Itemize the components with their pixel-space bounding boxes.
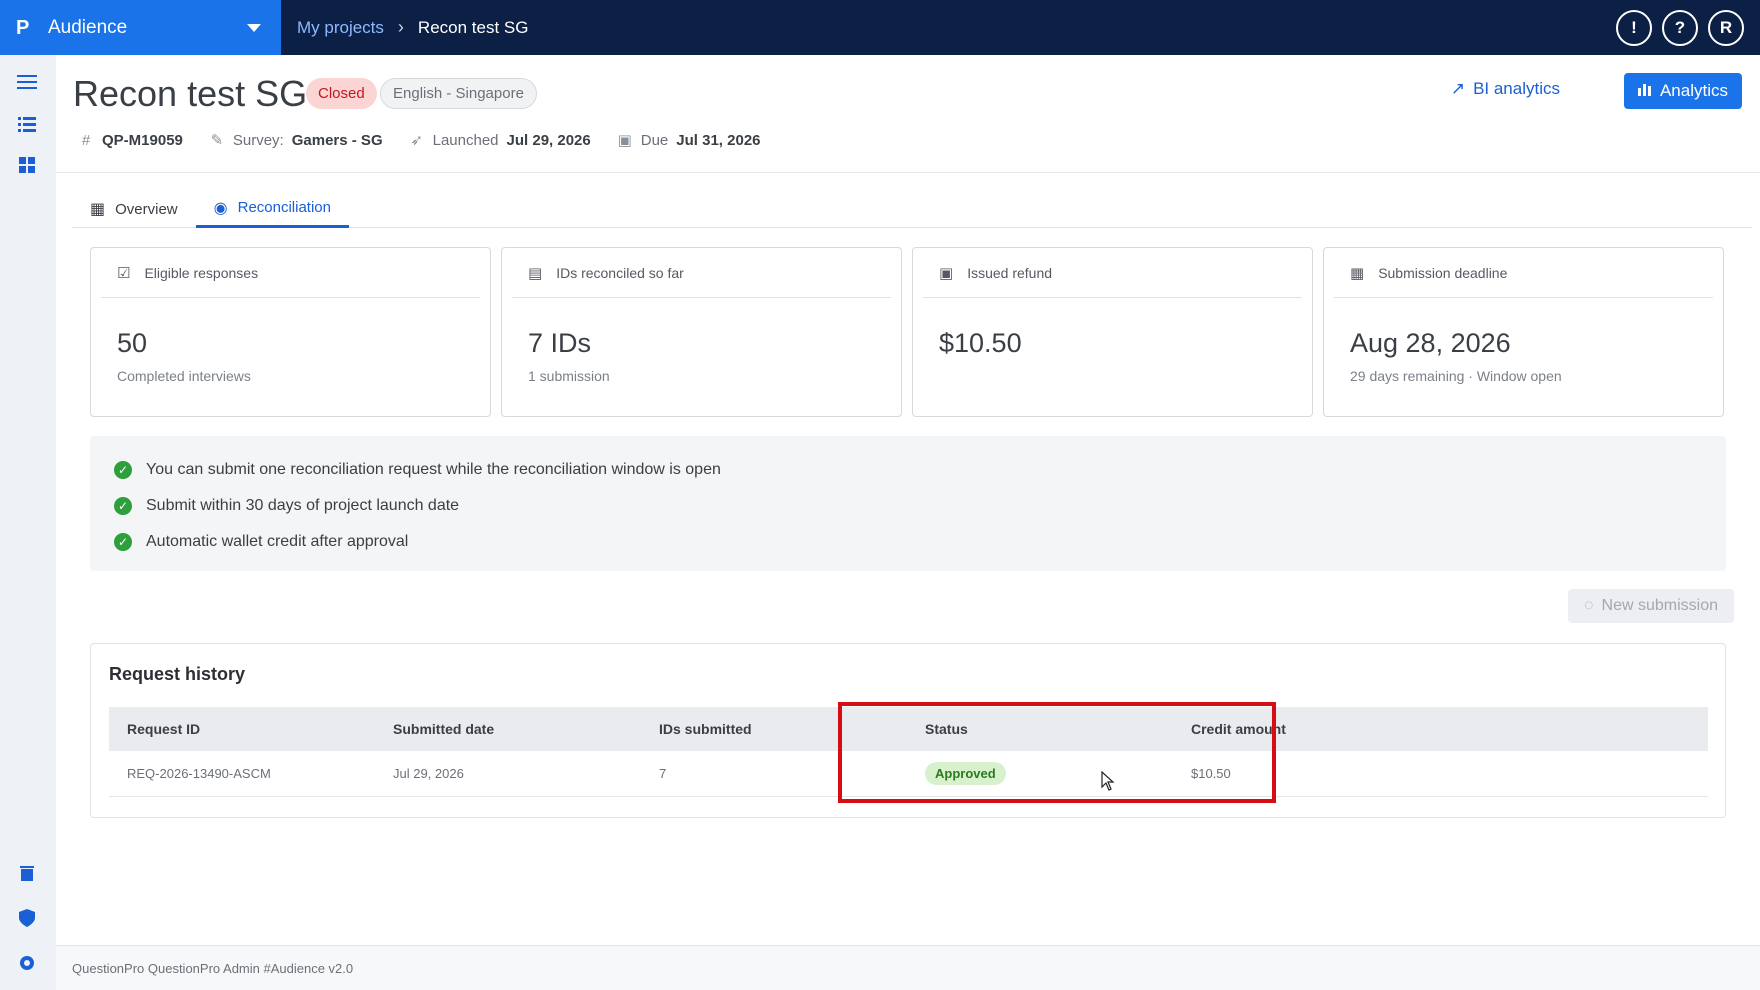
request-id: REQ-2026-13490-ASCM [127,766,271,781]
trash-icon[interactable] [16,862,38,884]
analytics-button[interactable]: Analytics [1623,73,1742,109]
project-due: ▣ Due Jul 31, 2026 [617,131,761,150]
mouse-cursor-icon [1101,771,1115,791]
bi-analytics-link[interactable]: ↗ BI analytics [1451,79,1560,99]
checklist-icon: ☑ [117,264,131,282]
trend-icon: ↗ [1450,79,1466,98]
avatar-initial: R [1719,18,1733,37]
shield-icon[interactable] [16,907,38,929]
check-circle-icon: ✓ [114,533,132,551]
calendar-icon: ▦ [1350,264,1365,282]
info-item: ✓ You can submit one reconciliation requ… [114,452,1702,488]
info-item: ✓ Submit within 30 days of project launc… [114,488,1702,524]
column-header[interactable]: Credit amount [1173,721,1439,737]
column-header[interactable]: Submitted date [375,721,641,737]
credit-amount: $10.50 [1191,766,1231,781]
help-icon: ? [1674,18,1686,37]
status-badge: Closed [306,78,377,109]
summary-cards: ☑ Eligible responses 50 Completed intervi… [90,247,1724,417]
add-icon: ◌ [1584,597,1594,614]
menu-icon[interactable] [16,71,38,93]
table-row[interactable]: REQ-2026-13490-ASCM Jul 29, 2026 7 Appro… [109,751,1708,797]
card-title: IDs reconciled so far [556,264,684,281]
id-badge-icon: ▤ [528,264,543,282]
chevron-down-icon [247,23,261,32]
project-id: # QP-M19059 [78,132,183,149]
list-icon[interactable] [16,113,38,135]
gear-icon[interactable] [16,952,38,974]
card-title: Eligible responses [144,264,259,281]
language-badge: English - Singapore [380,78,537,109]
breadcrumb: My projects › Recon test SG [281,17,528,38]
top-bar: P Audience My projects › Recon test SG !… [0,0,1760,55]
card-value: 50 [117,328,148,358]
check-circle-icon: ✓ [114,461,132,479]
tab-reconciliation[interactable]: ◉ Reconciliation [195,190,349,228]
card-subtitle: Completed interviews [117,368,251,384]
dashboard-icon[interactable] [16,154,38,176]
project-survey: ✎ Survey: Gamers - SG [210,131,383,150]
money-icon: ▣ [939,264,954,282]
column-header[interactable]: Status [907,721,1173,737]
bar-chart-icon [1637,81,1652,101]
section-title: Request history [109,664,246,684]
tab-overview[interactable]: ▦ Overview [72,190,196,228]
footer: QuestionPro QuestionPro Admin #Audience … [56,945,1760,990]
new-submission-button[interactable]: ◌ New submission [1568,589,1734,623]
status-badge: Approved [925,762,1006,785]
card-issued-refund: ▣ Issued refund $10.50 [912,247,1313,417]
history-table: Request ID Submitted date IDs submitted … [109,707,1708,797]
project-launched: ➶ Launched Jul 29, 2026 [410,131,591,150]
card-value: 7 IDs [528,328,592,358]
card-subtitle: 1 submission [528,368,610,384]
product-name: Audience [48,16,128,38]
info-item: ✓ Automatic wallet credit after approval [114,524,1702,560]
survey-icon: ✎ [210,132,224,149]
request-history: Request history Request ID Submitted dat… [90,643,1726,818]
help-button[interactable]: ? [1662,10,1698,46]
tab-bar: ▦ Overview ◉ Reconciliation [72,190,1752,228]
breadcrumb-my-projects[interactable]: My projects [297,18,384,38]
project-meta: # QP-M19059 ✎ Survey: Gamers - SG ➶ Launc… [78,131,761,150]
product-switcher[interactable]: P Audience [0,0,281,55]
avatar[interactable]: R [1708,10,1744,46]
card-subtitle: 29 days remaining · Window open [1350,368,1562,384]
check-circle-icon: ✓ [114,497,132,515]
ids-submitted: 7 [659,766,667,781]
card-submission-deadline: ▦ Submission deadline Aug 28, 2026 29 day… [1323,247,1724,417]
dashboard-icon: ▦ [90,201,106,218]
card-value: $10.50 [939,328,1022,358]
hash-icon: # [81,131,91,149]
chevron-right-icon: › [397,17,404,37]
brand-logo: P [16,16,30,39]
main-content: Recon test SG Closed English - Singapore… [56,55,1760,990]
feedback-icon: ! [1631,18,1637,37]
submitted-date: Jul 29, 2026 [393,766,464,781]
card-title: Issued refund [967,264,1053,281]
status-cell: Approved [907,762,1173,785]
column-header[interactable]: Request ID [109,721,375,737]
table-header: Request ID Submitted date IDs submitted … [109,707,1708,751]
column-header[interactable]: IDs submitted [641,721,907,737]
header-divider [56,172,1760,173]
card-title: Submission deadline [1378,264,1508,281]
calendar-icon: ▣ [617,132,632,149]
card-ids-reconciled: ▤ IDs reconciled so far 7 IDs 1 submissio… [501,247,902,417]
breadcrumb-current: Recon test SG [417,17,529,37]
card-eligible-responses: ☑ Eligible responses 50 Completed intervi… [90,247,491,417]
rocket-icon: ➶ [410,132,423,149]
card-value: Aug 28, 2026 [1350,328,1511,358]
left-rail [0,55,56,990]
feedback-button[interactable]: ! [1616,10,1652,46]
info-panel: ✓ You can submit one reconciliation requ… [90,436,1726,571]
reconcile-icon: ◉ [213,199,228,217]
page-title: Recon test SG [73,73,308,114]
